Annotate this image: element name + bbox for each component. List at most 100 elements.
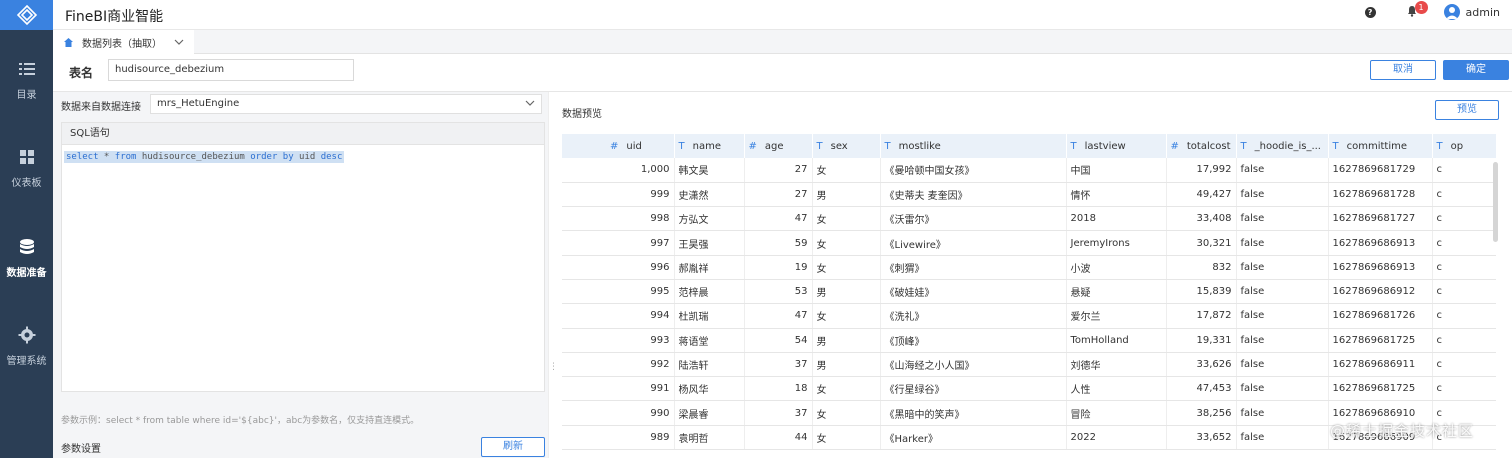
table-cell: 59 bbox=[744, 230, 813, 256]
column-header[interactable]: Tsex bbox=[812, 134, 881, 158]
table-cell: 44 bbox=[744, 425, 813, 451]
table-cell: 女 bbox=[812, 303, 881, 329]
table-cell: 18 bbox=[744, 376, 813, 402]
column-header[interactable]: # age bbox=[744, 134, 813, 158]
column-header[interactable]: Tlastview bbox=[1066, 134, 1167, 158]
column-header[interactable]: T _hoodie_is_... bbox=[1236, 134, 1329, 158]
table-cell: 49,427 bbox=[1166, 182, 1237, 208]
table-cell: 《黑暗中的笑声》 bbox=[880, 400, 1067, 426]
column-header[interactable]: Tmostlike bbox=[880, 134, 1067, 158]
table-row[interactable]: 991 杨风华 18 女《行星绿谷》 人性 47,453 false 162786968172… bbox=[562, 376, 1496, 402]
user-name[interactable]: admin bbox=[1466, 6, 1500, 19]
table-cell: 女 bbox=[812, 376, 881, 402]
preview-panel: 数据预览 预览 # uid Tname # age Tsex Tmostlike Tlastv… bbox=[556, 92, 1512, 458]
table-cell: 19 bbox=[744, 255, 813, 280]
table-cell: 《Livewire》 bbox=[880, 230, 1067, 256]
table-cell: 《洗礼》 bbox=[880, 303, 1067, 329]
database-icon bbox=[19, 239, 34, 254]
table-cell: 1627869686912 bbox=[1328, 279, 1433, 305]
table-cell: 梁晨睿 bbox=[674, 400, 745, 426]
vertical-scrollbar[interactable] bbox=[1493, 162, 1498, 242]
table-cell: 男 bbox=[812, 352, 881, 378]
confirm-button[interactable]: 确定 bbox=[1443, 60, 1509, 80]
table-cell: c bbox=[1432, 279, 1496, 305]
table-name-input[interactable]: hudisource_debezium bbox=[108, 59, 354, 81]
sidebar-item-label: 仪表板 bbox=[11, 178, 42, 189]
sql-panel: 数据来自数据连接 mrs_HetuEngine SQL语句 select * f… bbox=[53, 92, 548, 458]
table-cell: 陆浩轩 bbox=[674, 352, 745, 378]
table-cell: 38,256 bbox=[1166, 400, 1237, 426]
table-cell: 《史蒂夫 麦奎因》 bbox=[880, 182, 1067, 208]
table-row[interactable]: 996 郝胤祥 19 女《刺猬》 小波 832 false 1627869686913 c bbox=[562, 255, 1496, 280]
table-cell: 2022 bbox=[1066, 425, 1167, 451]
table-cell: 30,321 bbox=[1166, 230, 1237, 256]
app-logo[interactable] bbox=[0, 0, 53, 30]
table-cell: 15,839 bbox=[1166, 279, 1237, 305]
table-cell: false bbox=[1236, 352, 1329, 378]
table-cell: c bbox=[1432, 376, 1496, 402]
tab-data-list[interactable]: 数据列表（抽取） bbox=[53, 30, 194, 54]
avatar[interactable] bbox=[1443, 4, 1460, 20]
sidebar: 目录 仪表板 数据准备 管理系统 bbox=[0, 0, 53, 458]
table-cell: 990 bbox=[562, 400, 675, 426]
table-cell: false bbox=[1236, 255, 1329, 280]
table-row[interactable]: 998 方弘文 47 女《沃雷尔》 2018 33,408 false 16278696817… bbox=[562, 206, 1496, 232]
chevron-down-icon[interactable] bbox=[174, 39, 184, 45]
app-title: FineBI商业智能 bbox=[65, 9, 164, 25]
table-cell: 女 bbox=[812, 230, 881, 256]
preview-button[interactable]: 预览 bbox=[1435, 100, 1499, 120]
splitter[interactable] bbox=[548, 92, 556, 458]
help-icon[interactable]: ? bbox=[1364, 6, 1376, 18]
number-type-icon: # bbox=[1170, 140, 1179, 152]
table-cell: 27 bbox=[744, 158, 813, 183]
table-cell: 小波 bbox=[1066, 255, 1167, 280]
table-row[interactable]: 995 范梓晨 53 男《破娃娃》 悬疑 15,839 false 1627869686912… bbox=[562, 279, 1496, 305]
table-cell: 史潇然 bbox=[674, 182, 745, 208]
table-row[interactable]: 993 蒋语堂 54 男《顶峰》 TomHolland 19,331 false 162786… bbox=[562, 328, 1496, 353]
table-cell: 韩文昊 bbox=[674, 158, 745, 183]
table-cell: 1627869686913 bbox=[1328, 230, 1433, 256]
number-type-icon: # bbox=[610, 140, 619, 152]
table-cell: false bbox=[1236, 158, 1329, 183]
table-cell: 54 bbox=[744, 328, 813, 353]
sql-editor[interactable]: SQL语句 select * from hudisource_debezium … bbox=[61, 122, 545, 392]
logo-icon bbox=[16, 4, 37, 26]
column-name: op bbox=[1450, 140, 1464, 152]
table-cell: 53 bbox=[744, 279, 813, 305]
column-header[interactable]: Top bbox=[1432, 134, 1496, 158]
column-header[interactable]: Tname bbox=[674, 134, 745, 158]
table-cell: 《破娃娃》 bbox=[880, 279, 1067, 305]
sidebar-item-catalog[interactable]: 目录 bbox=[0, 60, 53, 101]
sidebar-item-admin[interactable]: 管理系统 bbox=[0, 326, 53, 367]
table-row[interactable]: 997 王昊强 59 女《Livewire》 JeremyIrons 30,321 fals… bbox=[562, 230, 1496, 256]
sql-code[interactable]: select * from hudisource_debezium order … bbox=[64, 151, 345, 163]
table-cell: 37 bbox=[744, 352, 813, 378]
connection-select[interactable]: mrs_HetuEngine bbox=[150, 94, 542, 114]
sidebar-item-data-prep[interactable]: 数据准备 bbox=[0, 238, 53, 279]
chevron-down-icon bbox=[525, 100, 535, 106]
column-name: _hoodie_is_... bbox=[1254, 140, 1321, 152]
cancel-button[interactable]: 取消 bbox=[1370, 60, 1436, 80]
sidebar-item-dashboard[interactable]: 仪表板 bbox=[0, 148, 53, 189]
table-cell: 999 bbox=[562, 182, 675, 208]
table-row[interactable]: 994 杜凯瑞 47 女《洗礼》 爱尔兰 17,872 false 1627869681726… bbox=[562, 303, 1496, 329]
sidebar-item-label: 管理系统 bbox=[6, 356, 47, 367]
table-row[interactable]: 992 陆浩轩 37 男《山海经之小人国》 刘德华 33,626 false 16278696… bbox=[562, 352, 1496, 378]
table-cell: false bbox=[1236, 182, 1329, 208]
column-name: totalcost bbox=[1186, 140, 1231, 152]
param-settings-label: 参数设置 bbox=[61, 444, 101, 455]
notification-button[interactable]: 1 bbox=[1406, 0, 1428, 20]
table-cell: 女 bbox=[812, 400, 881, 426]
column-header[interactable]: # uid bbox=[562, 134, 675, 158]
table-row[interactable]: 999 史潇然 27 男《史蒂夫 麦奎因》 情怀 49,427 false 162786968… bbox=[562, 182, 1496, 208]
column-header[interactable]: Tcommittime bbox=[1328, 134, 1433, 158]
column-header[interactable]: # totalcost bbox=[1166, 134, 1237, 158]
table-cell: 1627869681727 bbox=[1328, 206, 1433, 232]
table-cell: 832 bbox=[1166, 255, 1237, 280]
refresh-button[interactable]: 刷新 bbox=[481, 437, 545, 457]
table-row[interactable]: 1,000 韩文昊 27 女《曼哈顿中国女孩》 中国 17,992 false 1627869… bbox=[562, 158, 1496, 183]
sidebar-item-label: 数据准备 bbox=[6, 268, 47, 279]
sql-title: SQL语句 bbox=[62, 123, 544, 145]
table-cell: 《Harker》 bbox=[880, 425, 1067, 451]
table-cell: 17,992 bbox=[1166, 158, 1237, 183]
